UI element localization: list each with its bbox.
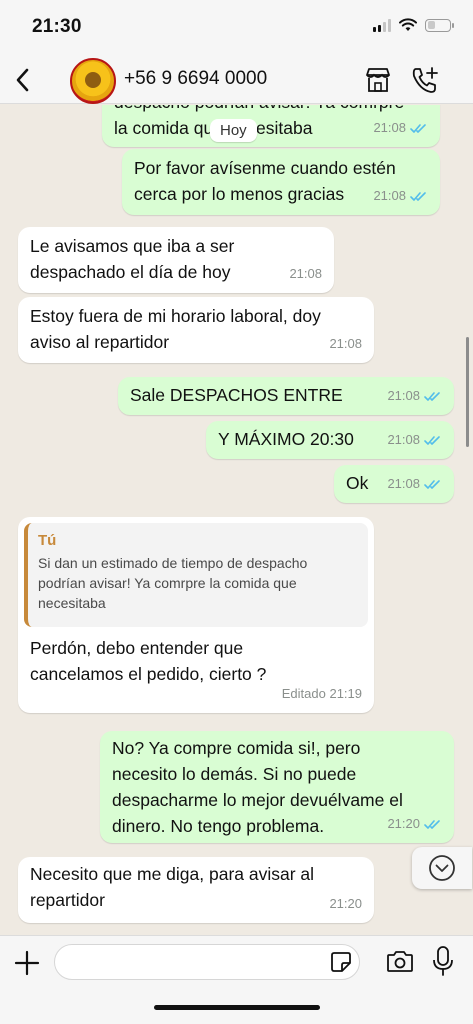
read-receipt-icon [424, 479, 440, 489]
message-text: Le avisamos que iba a ser despachado el … [30, 236, 235, 282]
read-receipt-icon [410, 191, 426, 201]
message-time: 21:20 [387, 816, 420, 831]
contact-avatar[interactable] [70, 58, 116, 104]
message-time: 21:08 [387, 388, 420, 403]
message-meta: Editado 21:19 [282, 681, 362, 707]
message-outgoing[interactable]: Sale DESPACHOS ENTRE 21:08 [118, 377, 454, 415]
message-text: Estoy fuera de mi horario laboral, doy a… [30, 306, 321, 352]
status-time: 21:30 [32, 16, 82, 37]
status-icons [373, 18, 454, 32]
message-text: Necesito que me diga, para avisar al rep… [30, 864, 315, 910]
message-time: 21:08 [329, 336, 362, 351]
message-meta: 21:20 [329, 891, 362, 917]
message-text: Perdón, debo entender que cancelamos el … [30, 638, 267, 684]
scrollbar[interactable] [466, 337, 469, 447]
message-outgoing[interactable]: No? Ya compre comida si!, pero necesito … [100, 731, 454, 843]
contact-name[interactable]: +56 9 6694 0000 [124, 68, 267, 90]
message-meta: 21:08 [329, 331, 362, 357]
status-bar: 21:30 [0, 0, 473, 56]
read-receipt-icon [410, 123, 426, 133]
wifi-icon [399, 18, 417, 31]
quote-text: Si dan un estimado de tiempo de despacho… [38, 555, 308, 611]
message-outgoing[interactable]: Ok 21:08 [334, 465, 454, 503]
plus-icon[interactable] [12, 948, 42, 978]
message-time: 21:08 [373, 120, 406, 135]
add-call-icon[interactable] [410, 65, 440, 95]
quoted-message[interactable]: Tú Si dan un estimado de tiempo de despa… [24, 523, 368, 627]
message-meta: 21:08 [373, 115, 428, 141]
message-incoming[interactable]: Le avisamos que iba a ser despachado el … [18, 227, 334, 293]
chat-messages[interactable]: despacho podrían avisar! Ya comrpre la c… [0, 105, 473, 935]
store-icon[interactable] [364, 66, 392, 94]
message-input[interactable] [54, 944, 360, 980]
message-meta: 21:08 [373, 183, 428, 209]
read-receipt-icon [424, 435, 440, 445]
message-meta: 21:08 [387, 383, 442, 409]
message-meta: 21:08 [387, 471, 442, 497]
message-outgoing[interactable]: despacho podrían avisar! Ya comrpre la c… [102, 105, 440, 147]
chat-header: +56 9 6694 0000 [0, 56, 473, 104]
message-time: 21:08 [289, 266, 322, 281]
read-receipt-icon [424, 819, 440, 829]
message-time: Editado 21:19 [281, 686, 362, 701]
message-outgoing[interactable]: Y MÁXIMO 20:30 21:08 [206, 421, 454, 459]
message-meta: 21:08 [387, 427, 442, 453]
message-meta: 21:20 [387, 811, 442, 837]
camera-icon[interactable] [386, 948, 414, 974]
cellular-signal-icon [373, 18, 391, 32]
back-icon[interactable] [12, 66, 34, 94]
message-time: 21:08 [387, 432, 420, 447]
read-receipt-icon [424, 391, 440, 401]
message-outgoing[interactable]: Por favor avísenme cuando estén cerca po… [122, 149, 440, 215]
message-meta: 21:08 [289, 261, 322, 287]
scroll-to-bottom-button[interactable] [412, 847, 472, 889]
message-time: 21:20 [329, 896, 362, 911]
microphone-icon[interactable] [432, 945, 454, 977]
home-indicator[interactable] [154, 1005, 320, 1010]
day-separator: Hoy [210, 119, 257, 142]
sticker-icon[interactable] [330, 951, 352, 973]
battery-icon [425, 18, 454, 32]
chevron-down-circle-icon [429, 855, 455, 881]
message-time: 21:08 [387, 476, 420, 491]
message-incoming-with-reply[interactable]: Tú Si dan un estimado de tiempo de despa… [18, 517, 374, 713]
message-time: 21:08 [373, 188, 406, 203]
message-incoming[interactable]: Estoy fuera de mi horario laboral, doy a… [18, 297, 374, 363]
message-incoming[interactable]: Necesito que me diga, para avisar al rep… [18, 857, 374, 923]
quote-author: Tú [38, 532, 57, 549]
composer-bar [0, 935, 473, 1024]
